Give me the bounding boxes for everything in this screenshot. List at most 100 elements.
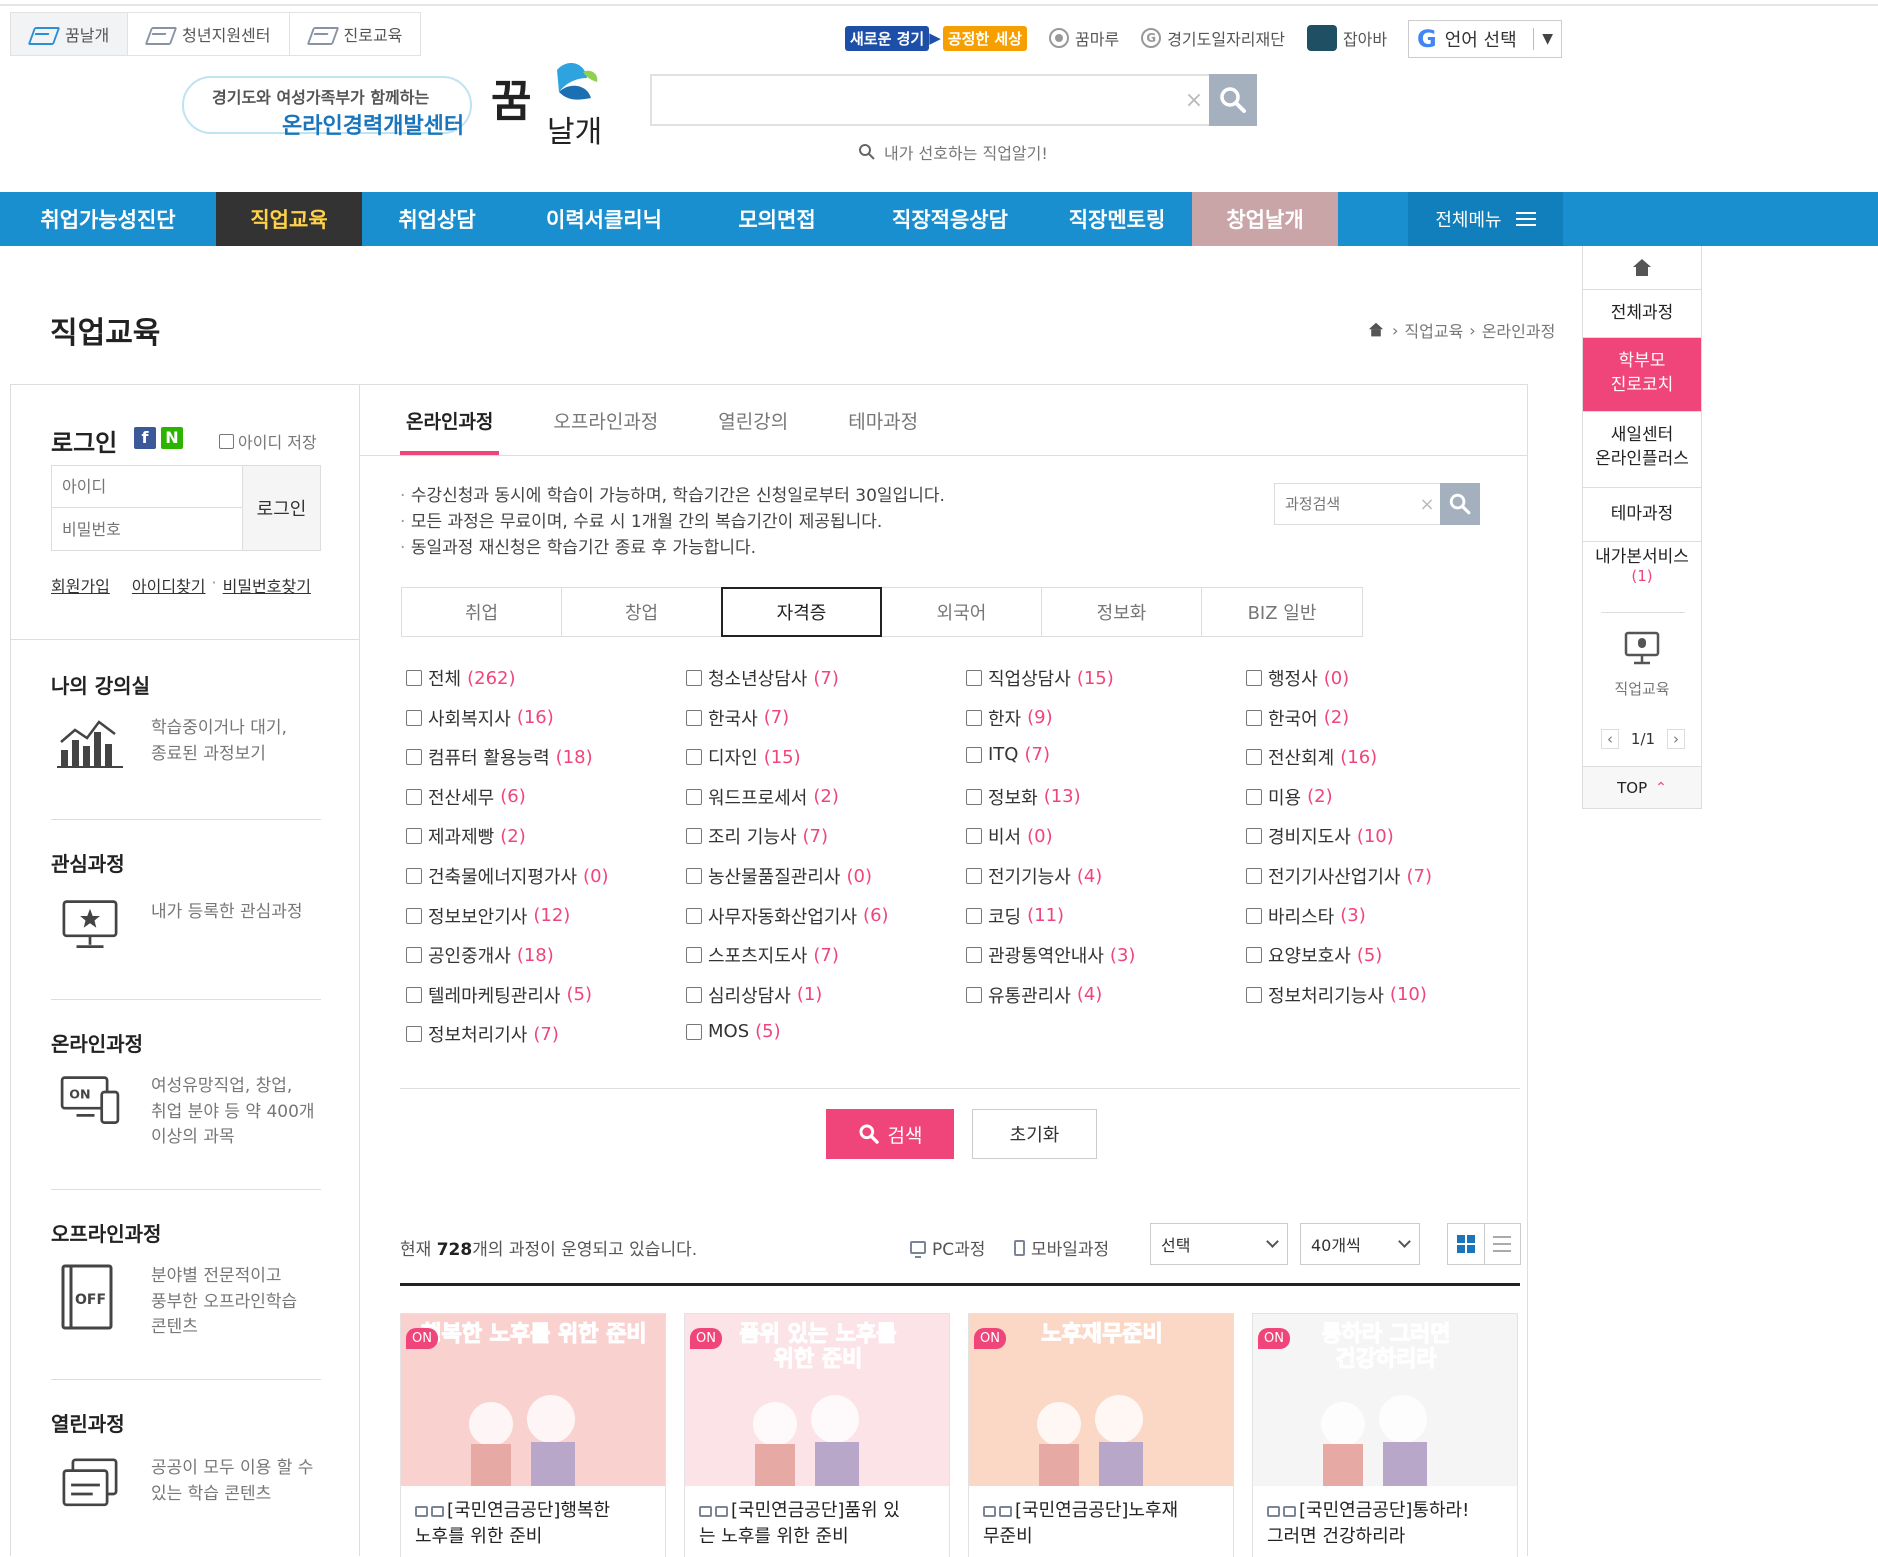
- checkbox[interactable]: [406, 868, 422, 884]
- filter-checkbox-item[interactable]: ITQ (7): [966, 744, 1050, 765]
- filter-checkbox-item[interactable]: 텔레마케팅관리사 (5): [406, 982, 592, 1008]
- nav-employment-counseling[interactable]: 취업상담: [362, 192, 512, 246]
- tab-online[interactable]: 온라인과정: [400, 385, 500, 455]
- gyeonggi-badge[interactable]: 새로운 경기 ▶ 공정한 세상: [845, 25, 1028, 51]
- checkbox[interactable]: [406, 670, 422, 686]
- checkbox[interactable]: [686, 947, 702, 964]
- naver-login-icon[interactable]: N: [161, 427, 183, 449]
- mobile-course-filter[interactable]: 모바일과정: [1014, 1235, 1109, 1260]
- checkbox[interactable]: [1246, 788, 1262, 805]
- course-card[interactable]: 노후재무준비 ON [국민연금공단]노후재 무준비: [968, 1313, 1234, 1557]
- tab-open-lecture[interactable]: 열린강의: [712, 385, 794, 455]
- filter-checkbox-item[interactable]: 제과제빵 (2): [406, 823, 526, 849]
- category-it[interactable]: 정보화: [1042, 588, 1202, 636]
- nav-workplace-mentoring[interactable]: 직장멘토링: [1042, 192, 1192, 246]
- facebook-login-icon[interactable]: f: [134, 427, 156, 449]
- checkbox[interactable]: [966, 986, 982, 1003]
- filter-checkbox-item[interactable]: 워드프로세서 (2): [686, 784, 839, 810]
- clear-icon[interactable]: ×: [1179, 76, 1209, 124]
- checkbox[interactable]: [966, 709, 982, 726]
- checkbox[interactable]: [1246, 828, 1262, 845]
- quick-theme-courses[interactable]: 테마과정: [1583, 488, 1701, 542]
- category-startup[interactable]: 창업: [562, 588, 722, 636]
- filter-checkbox-item[interactable]: 디자인 (15): [686, 744, 801, 770]
- checkbox[interactable]: [1246, 749, 1262, 766]
- course-search-button[interactable]: [1440, 483, 1480, 525]
- nav-startup-wings[interactable]: 창업날개: [1192, 192, 1338, 246]
- partner-jobaba[interactable]: 잡아바: [1306, 25, 1387, 51]
- join-link[interactable]: 회원가입: [51, 573, 110, 597]
- main-search-input[interactable]: [652, 76, 1179, 124]
- filter-checkbox-item[interactable]: 한국사 (7): [686, 705, 789, 731]
- filter-checkbox-item[interactable]: 직업상담사 (15): [966, 665, 1114, 691]
- checkbox[interactable]: [406, 907, 422, 924]
- save-id-checkbox[interactable]: 아이디 저장: [219, 429, 317, 453]
- checkbox[interactable]: [966, 868, 982, 884]
- filter-checkbox-item[interactable]: 전기기능사 (4): [966, 863, 1102, 889]
- checkbox[interactable]: [406, 947, 422, 964]
- find-id-link[interactable]: 아이디찾기: [132, 573, 206, 597]
- reset-button[interactable]: 초기화: [972, 1109, 1097, 1159]
- checkbox[interactable]: [1246, 947, 1262, 964]
- side-open-courses[interactable]: 열린과정 공공이 모두 이용 할 수 있는 학습 콘텐츠: [51, 1408, 321, 1548]
- pc-course-filter[interactable]: PC과정: [910, 1235, 985, 1260]
- search-hint[interactable]: 내가 선호하는 직업알기!: [858, 140, 1048, 164]
- quick-parent-coach[interactable]: 학부모 진로코치: [1583, 338, 1701, 412]
- course-title[interactable]: [국민연금공단]행복한 노후를 위한 준비: [415, 1498, 655, 1550]
- prev-page-button[interactable]: ‹: [1601, 729, 1619, 749]
- filter-checkbox-item[interactable]: 바리스타 (3): [1246, 903, 1366, 929]
- side-interest-courses[interactable]: 관심과정 내가 등록한 관심과정: [51, 848, 321, 988]
- checkbox[interactable]: [686, 1023, 702, 1040]
- id-input[interactable]: [52, 466, 242, 508]
- checkbox[interactable]: [686, 670, 702, 686]
- nav-mock-interview[interactable]: 모의면접: [696, 192, 858, 246]
- side-online-courses[interactable]: 온라인과정 ON 여성유망직업, 창업, 취업 분야 등 약 400개 이상의 과목: [51, 1028, 321, 1168]
- checkbox[interactable]: [1246, 670, 1262, 686]
- filter-checkbox-item[interactable]: 정보화 (13): [966, 784, 1081, 810]
- filter-checkbox-item[interactable]: 한자 (9): [966, 705, 1053, 731]
- filter-checkbox-item[interactable]: 전산세무 (6): [406, 784, 526, 810]
- sort-select[interactable]: 선택: [1150, 1223, 1288, 1265]
- tab-offline[interactable]: 오프라인과정: [547, 385, 664, 455]
- filter-checkbox-item[interactable]: 조리 기능사 (7): [686, 823, 828, 849]
- quick-home-button[interactable]: [1583, 246, 1701, 290]
- partner-job-foundation[interactable]: G 경기도일자리재단: [1141, 26, 1285, 50]
- clear-icon[interactable]: ×: [1414, 484, 1440, 524]
- course-card[interactable]: 품위 있는 노후를 위한 준비 ON [국민연금공단]품위 있는 노후를 위한 준비: [684, 1313, 950, 1557]
- filter-checkbox-item[interactable]: 관광통역안내사 (3): [966, 942, 1135, 968]
- filter-checkbox-item[interactable]: 농산물품질관리사 (0): [686, 863, 872, 889]
- checkbox[interactable]: [1246, 709, 1262, 726]
- checkbox[interactable]: [686, 986, 702, 1003]
- grid-view-button[interactable]: [1448, 1224, 1485, 1264]
- filter-checkbox-item[interactable]: 코딩 (11): [966, 903, 1064, 929]
- search-button[interactable]: [1209, 74, 1257, 126]
- checkbox[interactable]: [686, 907, 702, 924]
- quick-all-courses[interactable]: 전체과정: [1583, 290, 1701, 338]
- recent-item[interactable]: 직업교육: [1583, 630, 1701, 699]
- category-foreign-language[interactable]: 외국어: [882, 588, 1042, 636]
- checkbox[interactable]: [966, 746, 982, 763]
- language-select[interactable]: G 언어 선택 ▼: [1408, 20, 1562, 58]
- checkbox[interactable]: [406, 986, 422, 1003]
- all-menu-button[interactable]: 전체메뉴: [1408, 192, 1563, 246]
- checkbox[interactable]: [966, 788, 982, 805]
- filter-checkbox-item[interactable]: 유통관리사 (4): [966, 982, 1102, 1008]
- course-card[interactable]: 통하라 그러면 건강하리라 ON [국민연금공단]통하라! 그러면 건강하리라: [1252, 1313, 1518, 1557]
- site-logo[interactable]: 경기도와 여성가족부가 함께하는 온라인경력개발센터 꿈 날개: [182, 58, 612, 150]
- course-thumbnail[interactable]: 통하라 그러면 건강하리라 ON: [1253, 1314, 1517, 1486]
- quick-saeil-center[interactable]: 새일센터 온라인플러스: [1583, 412, 1701, 488]
- checkbox[interactable]: [406, 828, 422, 845]
- checkbox[interactable]: [219, 433, 234, 449]
- filter-checkbox-item[interactable]: 미용 (2): [1246, 784, 1333, 810]
- course-card[interactable]: 행복한 노후를 위한 준비 ON [국민연금공단]행복한 노후를 위한 준비: [400, 1313, 666, 1557]
- category-certificate[interactable]: 자격증: [721, 587, 882, 637]
- checkbox[interactable]: [686, 709, 702, 726]
- breadcrumb-item[interactable]: 직업교육: [1404, 318, 1463, 342]
- filter-checkbox-item[interactable]: 공인중개사 (18): [406, 942, 554, 968]
- category-biz[interactable]: BIZ 일반: [1202, 588, 1362, 636]
- checkbox[interactable]: [686, 749, 702, 766]
- util-tab-dream-wings[interactable]: 꿈날개: [10, 12, 129, 56]
- tab-theme[interactable]: 테마과정: [842, 385, 924, 455]
- nav-resume-clinic[interactable]: 이력서클리닉: [512, 192, 696, 246]
- nav-employability-diagnosis[interactable]: 취업가능성진단: [0, 192, 216, 246]
